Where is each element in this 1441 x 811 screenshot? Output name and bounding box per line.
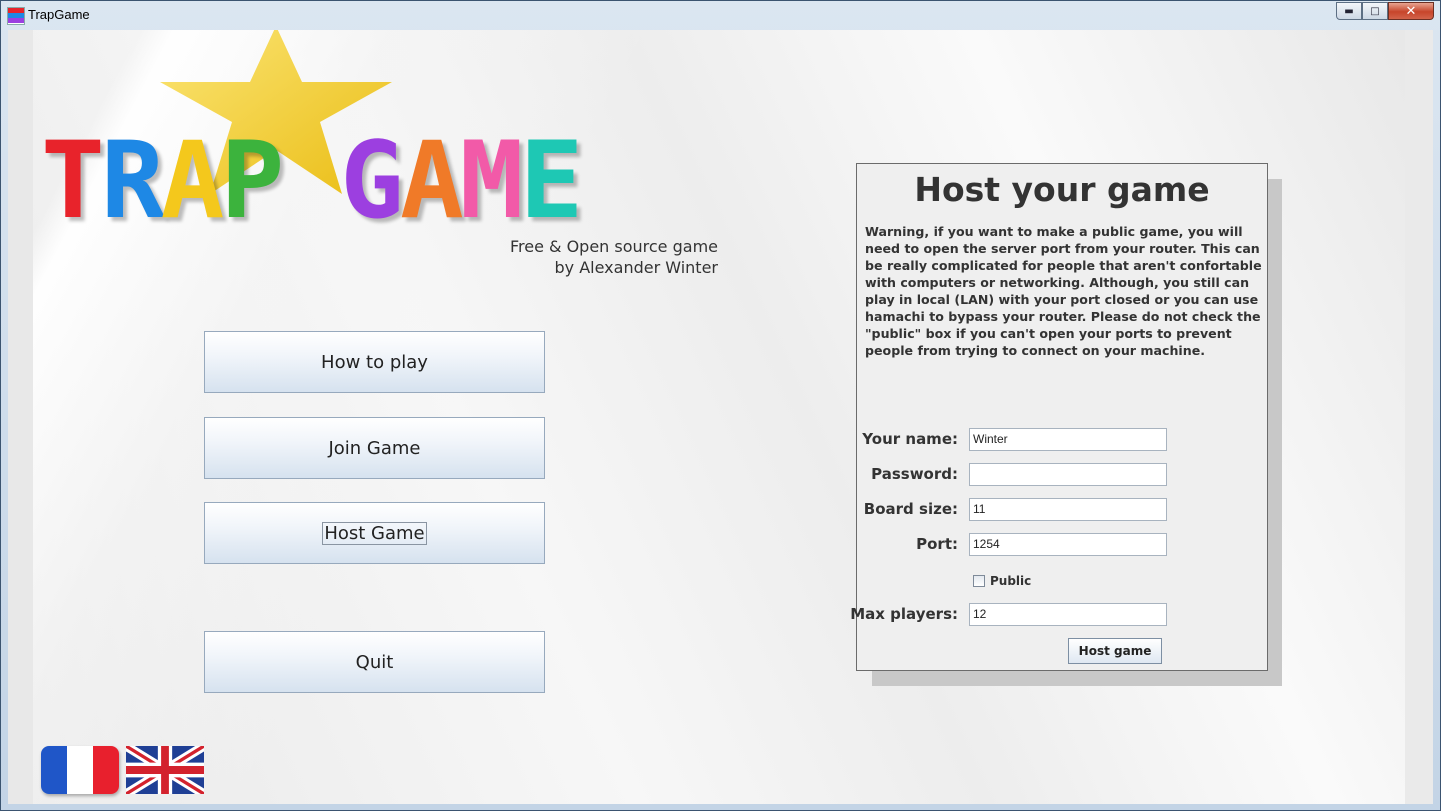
board-size-row: Board size: 11 xyxy=(857,498,1267,522)
host-game-label: Host Game xyxy=(322,521,427,545)
max-players-input[interactable]: 12 xyxy=(969,603,1167,626)
name-input[interactable]: Winter xyxy=(969,428,1167,451)
background-right-edge xyxy=(1405,30,1433,804)
max-players-label: Max players: xyxy=(850,605,958,623)
logo-letter: E xyxy=(519,119,584,242)
credits-line-1: Free & Open source game xyxy=(509,237,718,256)
window-title: TrapGame xyxy=(28,7,90,22)
password-input[interactable] xyxy=(969,463,1167,486)
background-left-edge xyxy=(8,30,33,804)
board-size-input[interactable]: 11 xyxy=(969,498,1167,521)
host-game-panel: Host your game Warning, if you want to m… xyxy=(850,163,1268,671)
credits: Free & Open source game by Alexander Win… xyxy=(438,236,718,278)
how-to-play-button[interactable]: How to play xyxy=(204,331,545,393)
join-game-button[interactable]: Join Game xyxy=(204,417,545,479)
password-row: Password: xyxy=(857,463,1267,487)
host-game-button[interactable]: Host Game xyxy=(204,502,545,564)
logo-letter: P xyxy=(220,119,284,242)
logo-letter: A xyxy=(399,119,464,242)
port-row: Port: 1254 xyxy=(857,533,1267,557)
french-flag-icon[interactable] xyxy=(41,746,119,794)
public-checkbox[interactable] xyxy=(973,575,985,587)
title-bar[interactable]: TrapGame ▬ □ ✕ xyxy=(1,1,1440,29)
maximize-button[interactable]: □ xyxy=(1362,2,1388,20)
host-game-submit-button[interactable]: Host game xyxy=(1068,638,1162,664)
minimize-button[interactable]: ▬ xyxy=(1336,2,1362,20)
logo-letter: R xyxy=(100,119,165,242)
main-menu-screen: TRAP GAME Free & Open source game by Ale… xyxy=(8,30,1433,804)
app-icon xyxy=(7,7,25,25)
minimize-icon: ▬ xyxy=(1344,5,1354,17)
credits-line-2: by Alexander Winter xyxy=(554,258,719,277)
public-row: Public xyxy=(973,574,1031,588)
logo-letter: M xyxy=(459,119,524,242)
app-window: TrapGame ▬ □ ✕ TRAP GAME Free & Open sou… xyxy=(0,0,1441,811)
port-input[interactable]: 1254 xyxy=(969,533,1167,556)
max-players-row: Max players: 12 xyxy=(850,603,1267,627)
window-controls: ▬ □ ✕ xyxy=(1336,2,1434,21)
port-label: Port: xyxy=(916,535,958,553)
close-button[interactable]: ✕ xyxy=(1388,2,1434,20)
host-panel-title: Host your game xyxy=(914,170,1210,209)
host-warning-text: Warning, if you want to make a public ga… xyxy=(865,224,1262,358)
board-size-label: Board size: xyxy=(863,500,958,518)
uk-flag-icon[interactable] xyxy=(126,746,204,794)
logo-letter: T xyxy=(41,119,105,242)
logo-letter: G xyxy=(340,119,404,242)
name-row: Your name: Winter xyxy=(857,428,1267,452)
close-icon: ✕ xyxy=(1405,3,1417,19)
logo-letter: A xyxy=(160,119,225,242)
maximize-icon: □ xyxy=(1370,5,1380,17)
password-label: Password: xyxy=(871,465,958,483)
quit-button[interactable]: Quit xyxy=(204,631,545,693)
game-logo: TRAP GAME xyxy=(41,126,721,236)
logo-letter xyxy=(280,126,340,236)
name-label: Your name: xyxy=(862,430,958,448)
public-label[interactable]: Public xyxy=(990,574,1031,588)
